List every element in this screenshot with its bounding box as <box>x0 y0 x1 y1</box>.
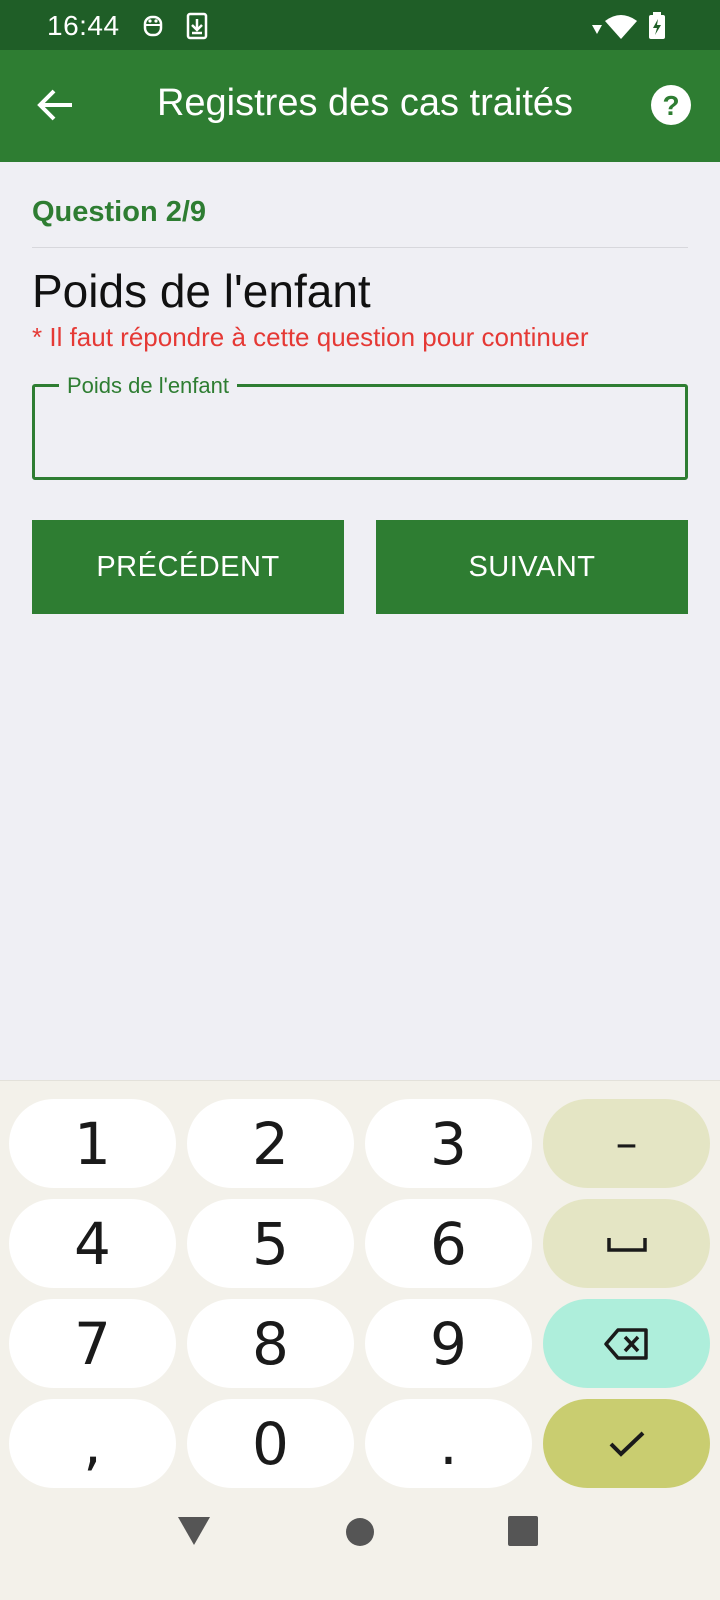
next-button[interactable]: SUIVANT <box>376 520 688 614</box>
status-time: 16:44 <box>47 10 120 41</box>
key-4[interactable]: 4 <box>9 1199 176 1288</box>
key-minus[interactable]: – <box>543 1099 710 1188</box>
key-2[interactable]: 2 <box>187 1099 354 1188</box>
help-icon: ? <box>651 85 691 125</box>
wifi-icon <box>604 14 638 45</box>
key-6[interactable]: 6 <box>365 1199 532 1288</box>
square-recents-icon <box>508 1516 538 1546</box>
system-nav-bar <box>0 1490 720 1600</box>
question-title: Poids de l'enfant <box>32 265 371 317</box>
weight-field[interactable]: Poids de l'enfant <box>32 373 688 480</box>
nav-home-button[interactable] <box>345 1517 375 1552</box>
battery-icon <box>648 12 666 45</box>
space-icon <box>606 1237 647 1252</box>
weight-field-label: Poids de l'enfant <box>59 373 237 399</box>
nav-recents-button[interactable] <box>508 1516 538 1551</box>
page-title: Registres des cas traités <box>156 82 574 124</box>
key-space[interactable] <box>543 1199 710 1288</box>
required-message: * Il faut répondre à cette question pour… <box>32 322 589 352</box>
key-9[interactable]: 9 <box>365 1299 532 1388</box>
svg-text:?: ? <box>662 90 679 121</box>
key-7[interactable]: 7 <box>9 1299 176 1388</box>
divider <box>32 247 688 248</box>
key-period[interactable]: . <box>365 1399 532 1488</box>
key-5[interactable]: 5 <box>187 1199 354 1288</box>
key-3[interactable]: 3 <box>365 1099 532 1188</box>
status-bar: 16:44 <box>0 0 720 50</box>
triangle-back-icon <box>178 1517 210 1545</box>
help-button[interactable]: ? <box>650 84 692 126</box>
signal-arrow-icon <box>592 22 602 40</box>
key-8[interactable]: 8 <box>187 1299 354 1388</box>
key-done[interactable] <box>543 1399 710 1488</box>
nav-back-button[interactable] <box>177 1516 211 1551</box>
key-backspace[interactable] <box>543 1299 710 1388</box>
key-0[interactable]: 0 <box>187 1399 354 1488</box>
key-comma[interactable]: , <box>9 1399 176 1488</box>
circle-home-icon <box>346 1518 374 1546</box>
check-icon <box>609 1431 644 1457</box>
previous-button[interactable]: PRÉCÉDENT <box>32 520 344 614</box>
weight-input[interactable] <box>51 407 671 457</box>
app-bar: Registres des cas traités ? <box>0 50 720 162</box>
backspace-icon <box>603 1327 648 1360</box>
key-1[interactable]: 1 <box>9 1099 176 1188</box>
robot-icon <box>142 12 164 45</box>
download-icon <box>186 12 208 45</box>
question-counter: Question 2/9 <box>32 196 207 228</box>
